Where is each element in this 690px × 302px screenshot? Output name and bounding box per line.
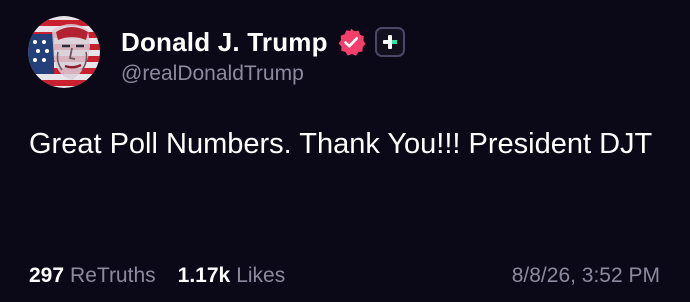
plus-icon[interactable]: [374, 27, 405, 57]
display-name[interactable]: Donald J. Trump: [121, 27, 328, 58]
post-timestamp: 8/8/26, 3:52 PM: [511, 264, 660, 287]
post-text: Great Poll Numbers. Thank You!!! Preside…: [29, 128, 653, 160]
avatar[interactable]: [28, 16, 100, 88]
retruths-count: 297: [29, 264, 65, 287]
retruths-stat[interactable]: 297 ReTruths: [29, 264, 156, 288]
name-row: Donald J. Trump: [121, 22, 405, 62]
likes-stat[interactable]: 1.17k Likes: [178, 264, 286, 288]
verified-badge-icon: [336, 27, 366, 57]
likes-label: Likes: [236, 264, 286, 287]
truth-post: Donald J. Trump @realDonaldTrump Great P…: [0, 0, 690, 302]
likes-count: 1.17k: [177, 264, 231, 287]
user-handle[interactable]: @realDonaldTrump: [121, 62, 304, 86]
post-footer: 297 ReTruths 1.17k Likes 8/8/26, 3:52 PM: [29, 260, 660, 292]
retruths-label: ReTruths: [70, 264, 156, 287]
